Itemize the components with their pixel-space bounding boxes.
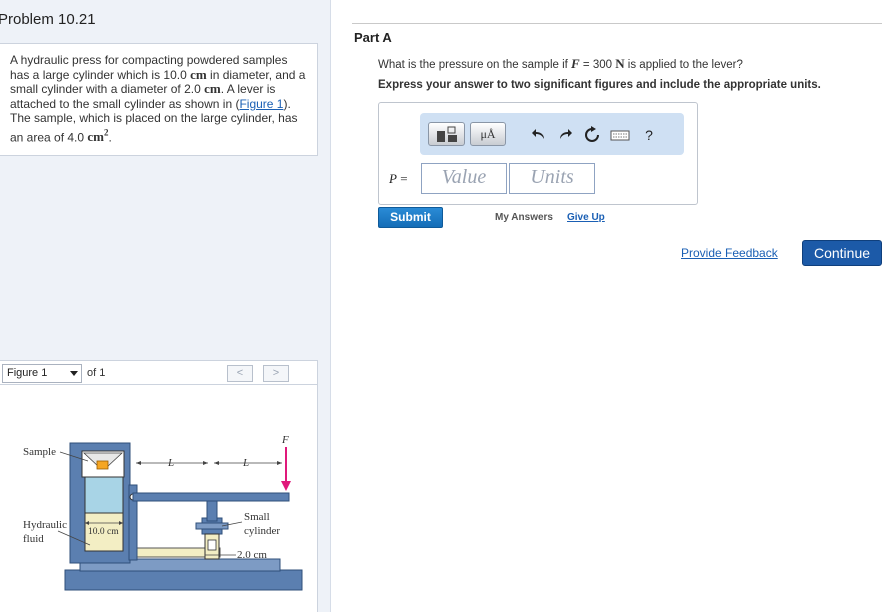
- figure-select-value: Figure 1: [7, 367, 48, 379]
- chevron-down-icon: [70, 371, 78, 376]
- part-title: Part A: [354, 30, 392, 45]
- label-small-diameter: 2.0 cm: [237, 549, 267, 561]
- label-fluid: fluid: [23, 533, 44, 545]
- label-sample: Sample: [23, 446, 56, 458]
- answer-variable-label: P =: [389, 171, 408, 186]
- figure-navigation: Figure 1 of 1 < >: [0, 360, 318, 385]
- question-text: What is the pressure on the sample if F …: [378, 56, 743, 71]
- provide-feedback-link[interactable]: Provide Feedback: [681, 246, 778, 260]
- math-toolbar: μÅ ?: [420, 113, 684, 155]
- answer-box: μÅ ? P = Value Units: [378, 102, 698, 205]
- press-base: [64, 569, 303, 591]
- label-L1: L: [168, 457, 175, 469]
- keyboard-icon[interactable]: [609, 126, 631, 144]
- my-answers-link[interactable]: My Answers: [495, 212, 553, 223]
- lever: [132, 492, 290, 502]
- hydraulic-press-diagram: [57, 442, 303, 591]
- label-L2: L: [243, 457, 250, 469]
- label-small: Small: [244, 511, 270, 523]
- problem-text: .: [108, 130, 112, 145]
- units-input[interactable]: Units: [509, 163, 595, 194]
- redo-icon[interactable]: [556, 126, 574, 144]
- unit-cm: cm: [204, 81, 221, 97]
- label-large-diameter: 10.0 cm: [88, 527, 119, 537]
- units-button[interactable]: μÅ: [470, 122, 506, 146]
- figure-count: of 1: [87, 367, 106, 379]
- continue-button[interactable]: Continue: [802, 240, 882, 266]
- template-icon: [437, 126, 457, 142]
- value-input[interactable]: Value: [421, 163, 507, 194]
- divider: [352, 23, 882, 24]
- unit-area: cm2: [87, 127, 109, 145]
- label-F: F: [282, 434, 289, 446]
- large-cylinder: [84, 476, 124, 514]
- label-cylinder: cylinder: [244, 525, 281, 537]
- undo-icon[interactable]: [530, 126, 548, 144]
- problem-statement: A hydraulic press for compacting powdere…: [0, 43, 318, 156]
- label-hydraulic: Hydraulic: [23, 519, 67, 531]
- previous-figure-button[interactable]: <: [227, 365, 253, 382]
- help-icon[interactable]: ?: [640, 126, 658, 144]
- answer-instructions: Express your answer to two significant f…: [378, 79, 821, 91]
- template-button[interactable]: [428, 122, 465, 146]
- give-up-link[interactable]: Give Up: [567, 212, 605, 223]
- force-arrow-icon: [281, 481, 291, 491]
- sample: [96, 460, 109, 470]
- figure-panel: Sample Hydraulic fluid 10.0 cm L L F Sma…: [0, 385, 318, 612]
- figure-link[interactable]: Figure 1: [239, 97, 283, 111]
- reset-icon[interactable]: [583, 126, 601, 144]
- figure-select[interactable]: Figure 1: [2, 364, 82, 383]
- left-panel: Problem 10.21 A hydraulic press for comp…: [0, 0, 331, 612]
- problem-title: Problem 10.21: [0, 11, 96, 28]
- unit-cm: cm: [190, 66, 207, 82]
- next-figure-button[interactable]: >: [263, 365, 289, 382]
- submit-button[interactable]: Submit: [378, 207, 443, 228]
